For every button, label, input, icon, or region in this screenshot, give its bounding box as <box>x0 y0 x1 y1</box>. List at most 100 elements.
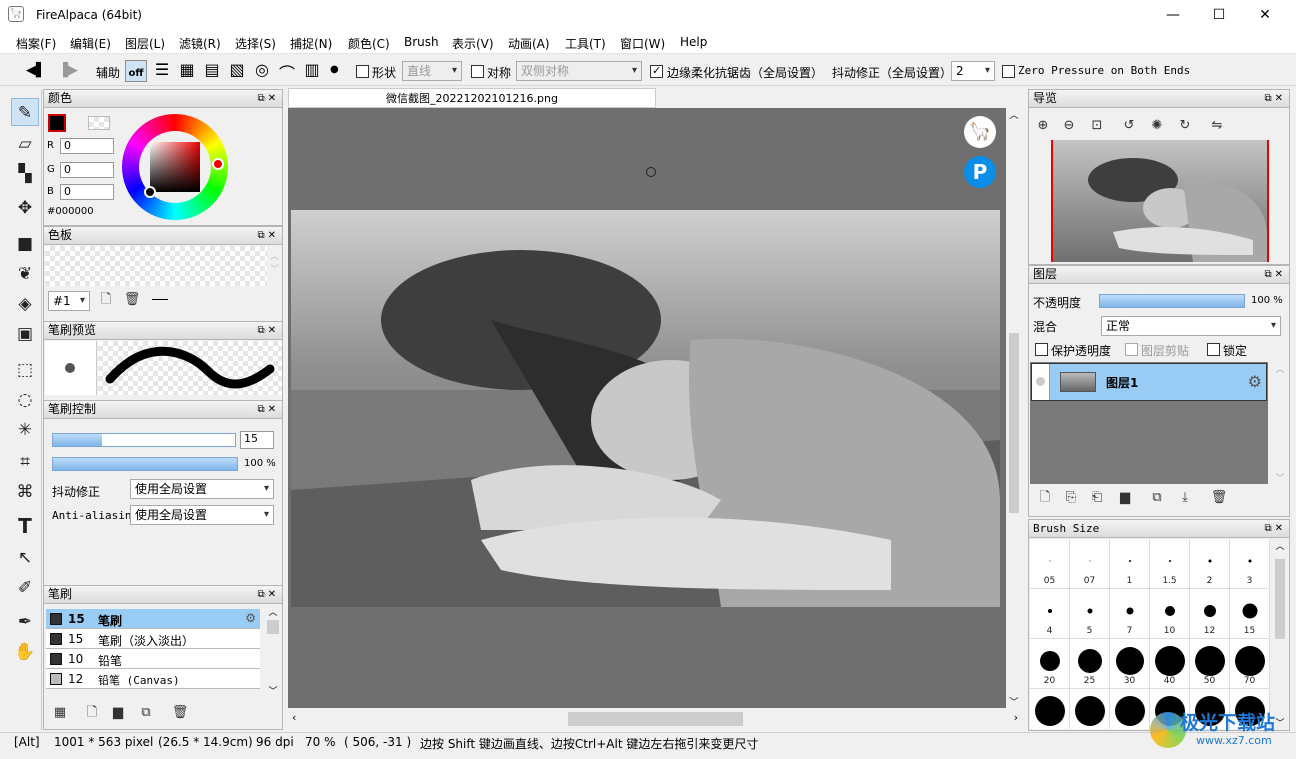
eraser-tool-icon[interactable]: ▱ <box>11 130 39 158</box>
prev-icon[interactable]: ◀▌ <box>26 63 46 78</box>
layer-visibility[interactable] <box>1032 364 1050 400</box>
panel-controls-icon[interactable]: ⧉✕ <box>257 227 279 244</box>
menu-color[interactable]: 颜色(C) <box>348 35 390 52</box>
radial-snap-icon[interactable]: ▧ <box>226 60 248 82</box>
brush-folder-icon[interactable]: ▆ <box>108 703 128 723</box>
brush-item-fade[interactable]: 15 笔刷（淡入淡出） <box>46 629 260 649</box>
gradient-tool-icon[interactable]: ▣ <box>11 320 39 348</box>
lasso-tool-icon[interactable]: ◌ <box>11 386 39 414</box>
palette-line-icon[interactable] <box>152 299 168 300</box>
menu-tools[interactable]: 工具(T) <box>565 35 606 52</box>
hand-tool-icon[interactable]: ✋ <box>11 638 39 666</box>
hue-ring[interactable] <box>122 114 228 220</box>
rotate-left-icon[interactable]: ↺ <box>1119 116 1139 136</box>
document-tab[interactable]: 微信截图_20221202101216.png <box>288 88 656 108</box>
minimize-button[interactable]: — <box>1150 0 1196 32</box>
brush-size-cell[interactable]: 12 <box>1190 589 1230 639</box>
duplicate-layer-icon[interactable]: ⧉ <box>1147 488 1167 508</box>
dot-icon[interactable]: ● <box>330 64 339 75</box>
brush-size-cell[interactable]: 10 <box>1150 589 1190 639</box>
clipping-checkbox[interactable] <box>1125 343 1138 356</box>
brush-size-cell[interactable]: 4 <box>1030 589 1070 639</box>
r-input[interactable]: 0 <box>60 138 114 154</box>
menu-animation[interactable]: 动画(A) <box>508 35 550 52</box>
perspective-snap-icon[interactable]: ▤ <box>201 60 223 82</box>
brush-size-cell[interactable]: 2 <box>1190 539 1230 589</box>
brush-tool-icon[interactable]: ✎ <box>11 98 39 126</box>
brush-item-brush[interactable]: 15 笔刷 ⚙ <box>46 609 260 629</box>
new-8bit-layer-icon[interactable]: ⎘ <box>1061 488 1081 508</box>
lasso-fill-tool-icon[interactable]: ❦ <box>11 260 39 288</box>
canvas-horizontal-scrollbar[interactable]: ‹ › <box>288 709 1022 729</box>
lock-checkbox[interactable] <box>1207 343 1220 356</box>
palette-swatches[interactable] <box>45 246 267 286</box>
operation-tool-icon[interactable]: ↖ <box>11 544 39 572</box>
rotate-right-icon[interactable]: ↻ <box>1175 116 1195 136</box>
divide-tool-icon[interactable]: ✐ <box>11 574 39 602</box>
parallel-snap-icon[interactable]: ☰ <box>151 60 173 82</box>
brush-opacity-slider[interactable] <box>52 457 238 471</box>
brush-size-cell[interactable]: 7 <box>1110 589 1150 639</box>
layer-list-scrollbar[interactable]: ︿ ﹀ <box>1272 362 1288 484</box>
zoom-out-icon[interactable]: ⊖ <box>1059 116 1079 136</box>
bucket-tool-icon[interactable]: ◈ <box>11 290 39 318</box>
hue-handle[interactable] <box>212 158 224 170</box>
menu-filter[interactable]: 滤镜(R) <box>179 35 221 52</box>
3d-grid-snap-icon[interactable]: ▥ <box>301 60 323 82</box>
brush-item-pencil-canvas[interactable]: 12 铅笔 (Canvas) <box>46 669 260 689</box>
text-tool-icon[interactable]: T <box>11 512 39 540</box>
menu-edit[interactable]: 编辑(E) <box>70 35 111 52</box>
color-handle[interactable] <box>144 186 156 198</box>
brush-size-cell[interactable]: 1.5 <box>1150 539 1190 589</box>
palette-scroll-icon[interactable]: ︿ ﹀ <box>270 249 279 275</box>
fill-shape-tool-icon[interactable]: ■ <box>11 230 39 258</box>
panel-controls-icon[interactable]: ⧉✕ <box>257 90 279 107</box>
brush-size-cell[interactable]: 3 <box>1230 539 1270 589</box>
brush-antialias-select[interactable]: 使用全局设置 <box>130 505 274 525</box>
new-folder-icon[interactable]: ▆ <box>1115 488 1135 508</box>
select-pen-tool-icon[interactable]: ⌗ <box>11 448 39 476</box>
brush-size-cell[interactable] <box>1110 689 1150 729</box>
brush-size-cell[interactable]: 1 <box>1110 539 1150 589</box>
brush-size-cell[interactable]: 5 <box>1070 589 1110 639</box>
delete-palette-icon[interactable]: 🗑 <box>122 290 142 310</box>
brush-film-icon[interactable]: ▦ <box>50 703 70 723</box>
new-layer-icon[interactable]: 🗋 <box>1035 488 1055 508</box>
new-brush-icon[interactable]: 🗋 <box>82 703 102 723</box>
brush-size-cell[interactable]: 50 <box>1190 639 1230 689</box>
menu-view[interactable]: 表示(V) <box>452 35 494 52</box>
secondary-color-swatch[interactable] <box>88 116 110 130</box>
circle-snap-icon[interactable]: ◎ <box>251 60 273 82</box>
brush-size-cell[interactable]: 07 <box>1070 539 1110 589</box>
select-eraser-tool-icon[interactable]: ⌘ <box>11 478 39 506</box>
grid-snap-icon[interactable]: ▦ <box>176 60 198 82</box>
saturation-square[interactable] <box>150 142 200 192</box>
symmetry-checkbox[interactable] <box>471 65 484 78</box>
menu-window[interactable]: 窗口(W) <box>620 35 665 52</box>
alpaca-icon[interactable]: 🦙 <box>964 116 996 148</box>
menu-help[interactable]: Help <box>680 35 707 49</box>
layer-row[interactable]: 图层1 ⚙ <box>1031 363 1267 401</box>
new-palette-icon[interactable]: 🗋 <box>96 290 116 310</box>
brush-size-cell[interactable]: 70 <box>1230 639 1270 689</box>
new-1bit-layer-icon[interactable]: ⎗ <box>1087 488 1107 508</box>
shape-select[interactable]: 直线 <box>402 61 462 81</box>
snap-off-button[interactable]: off <box>125 60 147 82</box>
brush-size-cell[interactable]: 20 <box>1030 639 1070 689</box>
menu-select[interactable]: 选择(S) <box>235 35 276 52</box>
b-input[interactable]: 0 <box>60 184 114 200</box>
shape-checkbox[interactable] <box>356 65 369 78</box>
menu-brush[interactable]: Brush <box>404 35 439 49</box>
panel-controls-icon[interactable]: ⧉✕ <box>1264 266 1286 283</box>
brush-size-cell[interactable]: 40 <box>1150 639 1190 689</box>
brush-size-cell[interactable]: 05 <box>1030 539 1070 589</box>
primary-color-swatch[interactable] <box>48 114 66 132</box>
protect-alpha-checkbox[interactable] <box>1035 343 1048 356</box>
select-tool-icon[interactable]: ⬚ <box>11 356 39 384</box>
blend-mode-select[interactable]: 正常 <box>1101 316 1281 336</box>
eyedropper-tool-icon[interactable]: ✒ <box>11 608 39 636</box>
canvas-vertical-scrollbar[interactable]: ︿ ﹀ <box>1006 108 1022 708</box>
next-icon[interactable]: ▐▶ <box>58 63 78 78</box>
zoom-fit-icon[interactable]: ⊡ <box>1087 116 1107 136</box>
zoom-in-icon[interactable]: ⊕ <box>1033 116 1053 136</box>
